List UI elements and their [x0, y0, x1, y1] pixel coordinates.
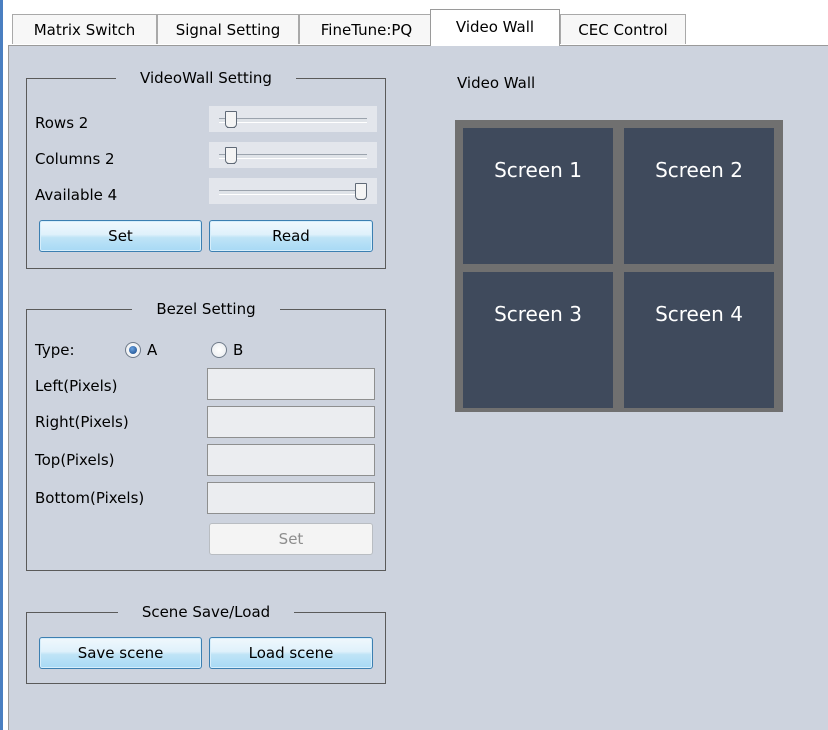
- bezel-type-a-radio[interactable]: [125, 342, 141, 358]
- videowall-setting-group: VideoWall Setting Rows 2 Columns 2 Avail…: [26, 69, 386, 269]
- scene-save-load-title: Scene Save/Load: [117, 603, 295, 621]
- screen-3[interactable]: Screen 3: [463, 272, 613, 408]
- tab-signal-setting[interactable]: Signal Setting: [157, 14, 299, 44]
- videowall-setting-title: VideoWall Setting: [116, 69, 296, 87]
- columns-slider-thumb[interactable]: [225, 147, 237, 164]
- rows-label: Rows 2: [35, 114, 89, 132]
- tab-matrix-switch[interactable]: Matrix Switch: [12, 14, 157, 44]
- load-scene-button[interactable]: Load scene: [209, 637, 373, 669]
- bezel-type-b-label: B: [233, 341, 244, 359]
- tab-finetune-pq[interactable]: FineTune:PQ: [299, 14, 434, 44]
- bottom-pixels-input[interactable]: [207, 482, 375, 514]
- bottom-pixels-label: Bottom(Pixels): [35, 489, 145, 507]
- left-pixels-label: Left(Pixels): [35, 377, 118, 395]
- video-wall-preview: Screen 1 Screen 2 Screen 3 Screen 4: [455, 120, 783, 412]
- save-scene-button[interactable]: Save scene: [39, 637, 202, 669]
- video-wall-panel: VideoWall Setting Rows 2 Columns 2 Avail…: [8, 46, 828, 730]
- rows-slider[interactable]: [209, 106, 377, 132]
- bezel-setting-group: Bezel Setting Type: A B Left(Pixels) Rig…: [26, 300, 386, 571]
- available-slider[interactable]: [209, 178, 377, 204]
- scene-save-load-group: Scene Save/Load Save scene Load scene: [26, 603, 386, 684]
- bezel-type-b-radio[interactable]: [211, 342, 227, 358]
- videowall-set-button[interactable]: Set: [39, 220, 202, 252]
- right-pixels-input[interactable]: [207, 406, 375, 438]
- bezel-set-button[interactable]: Set: [209, 523, 373, 555]
- available-slider-thumb[interactable]: [355, 183, 367, 200]
- screen-4[interactable]: Screen 4: [624, 272, 774, 408]
- bezel-type-a-label: A: [147, 341, 158, 359]
- type-label: Type:: [35, 341, 75, 359]
- tab-cec-control[interactable]: CEC Control: [560, 14, 686, 44]
- window-border: [0, 0, 3, 730]
- screen-1[interactable]: Screen 1: [463, 128, 613, 264]
- tab-video-wall[interactable]: Video Wall: [430, 9, 560, 46]
- bezel-setting-title: Bezel Setting: [132, 300, 280, 318]
- right-pixels-label: Right(Pixels): [35, 413, 129, 431]
- videowall-read-button[interactable]: Read: [209, 220, 373, 252]
- left-pixels-input[interactable]: [207, 368, 375, 400]
- top-pixels-label: Top(Pixels): [35, 451, 115, 469]
- columns-slider[interactable]: [209, 142, 377, 168]
- available-label: Available 4: [35, 186, 118, 204]
- tab-bar: Matrix Switch Signal Setting FineTune:PQ…: [8, 0, 828, 46]
- rows-slider-thumb[interactable]: [225, 111, 237, 128]
- video-wall-title: Video Wall: [457, 74, 536, 92]
- top-pixels-input[interactable]: [207, 444, 375, 476]
- columns-label: Columns 2: [35, 150, 115, 168]
- screen-2[interactable]: Screen 2: [624, 128, 774, 264]
